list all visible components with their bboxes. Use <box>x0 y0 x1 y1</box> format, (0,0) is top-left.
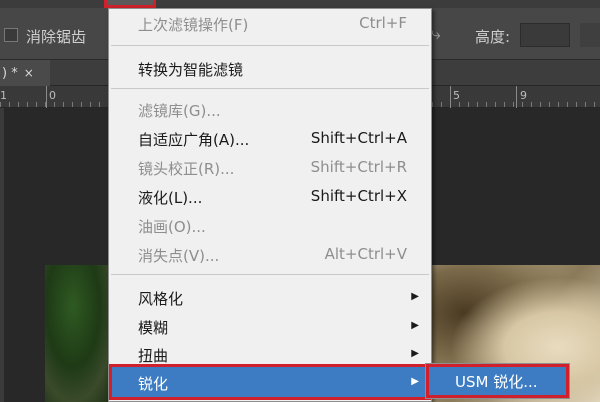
close-icon[interactable]: × <box>24 66 34 80</box>
submenu-arrow-icon: ▶ <box>411 376 419 387</box>
menu-item-adaptive-wide-angle[interactable]: 自适应广角(A)... Shift+Ctrl+A <box>109 126 431 152</box>
menu-item-liquify[interactable]: 液化(L)... Shift+Ctrl+X <box>109 184 431 210</box>
menu-item-unsharp-mask[interactable]: USM 锐化... <box>426 364 569 398</box>
menu-item-last-filter[interactable]: 上次滤镜操作(F) Ctrl+F <box>109 11 431 37</box>
sharpen-submenu: USM 锐化... <box>425 363 570 399</box>
menu-divider <box>111 88 429 89</box>
menu-filter[interactable] <box>104 0 156 8</box>
document-tab[interactable]: ) * × <box>0 60 50 86</box>
menu-item-stylize[interactable]: 风格化 ▶ <box>109 285 431 311</box>
submenu-arrow-icon: ▶ <box>411 348 419 359</box>
menu-item-blur[interactable]: 模糊 ▶ <box>109 314 431 340</box>
ruler-label: 9 <box>520 89 527 102</box>
menu-item-convert-smart-filter[interactable]: 转换为智能滤镜 <box>109 56 431 82</box>
antialias-label: 消除锯齿 <box>26 28 87 46</box>
menu-divider <box>111 45 429 46</box>
document-tab-title: ) * <box>2 66 18 81</box>
height-label: 高度: <box>475 28 511 46</box>
menu-item-oil-paint[interactable]: 油画(O)... <box>109 213 431 239</box>
menu-divider <box>111 274 429 275</box>
menu-item-lens-correction[interactable]: 镜头校正(R)... Shift+Ctrl+R <box>109 155 431 181</box>
menu-item-sharpen[interactable]: 锐化 ▶ <box>109 364 431 400</box>
antialias-checkbox[interactable] <box>4 28 18 42</box>
submenu-arrow-icon: ▶ <box>411 291 419 302</box>
ruler-label: 0 <box>49 89 56 102</box>
submenu-arrow-icon: ▶ <box>411 320 419 331</box>
ruler-label: 1 <box>0 89 7 102</box>
menu-item-filter-gallery[interactable]: 滤镜库(G)... <box>109 97 431 123</box>
image-left-part <box>45 265 115 402</box>
height-field-extra[interactable] <box>580 23 600 47</box>
filter-menu: 上次滤镜操作(F) Ctrl+F 转换为智能滤镜 滤镜库(G)... 自适应广角… <box>108 8 432 402</box>
menu-item-vanishing-point[interactable]: 消失点(V)... Alt+Ctrl+V <box>109 242 431 268</box>
style-icon[interactable]: ⤷ <box>431 24 441 44</box>
ruler-label: 5 <box>453 89 460 102</box>
height-field[interactable] <box>520 23 570 47</box>
menu-bar <box>0 0 600 8</box>
